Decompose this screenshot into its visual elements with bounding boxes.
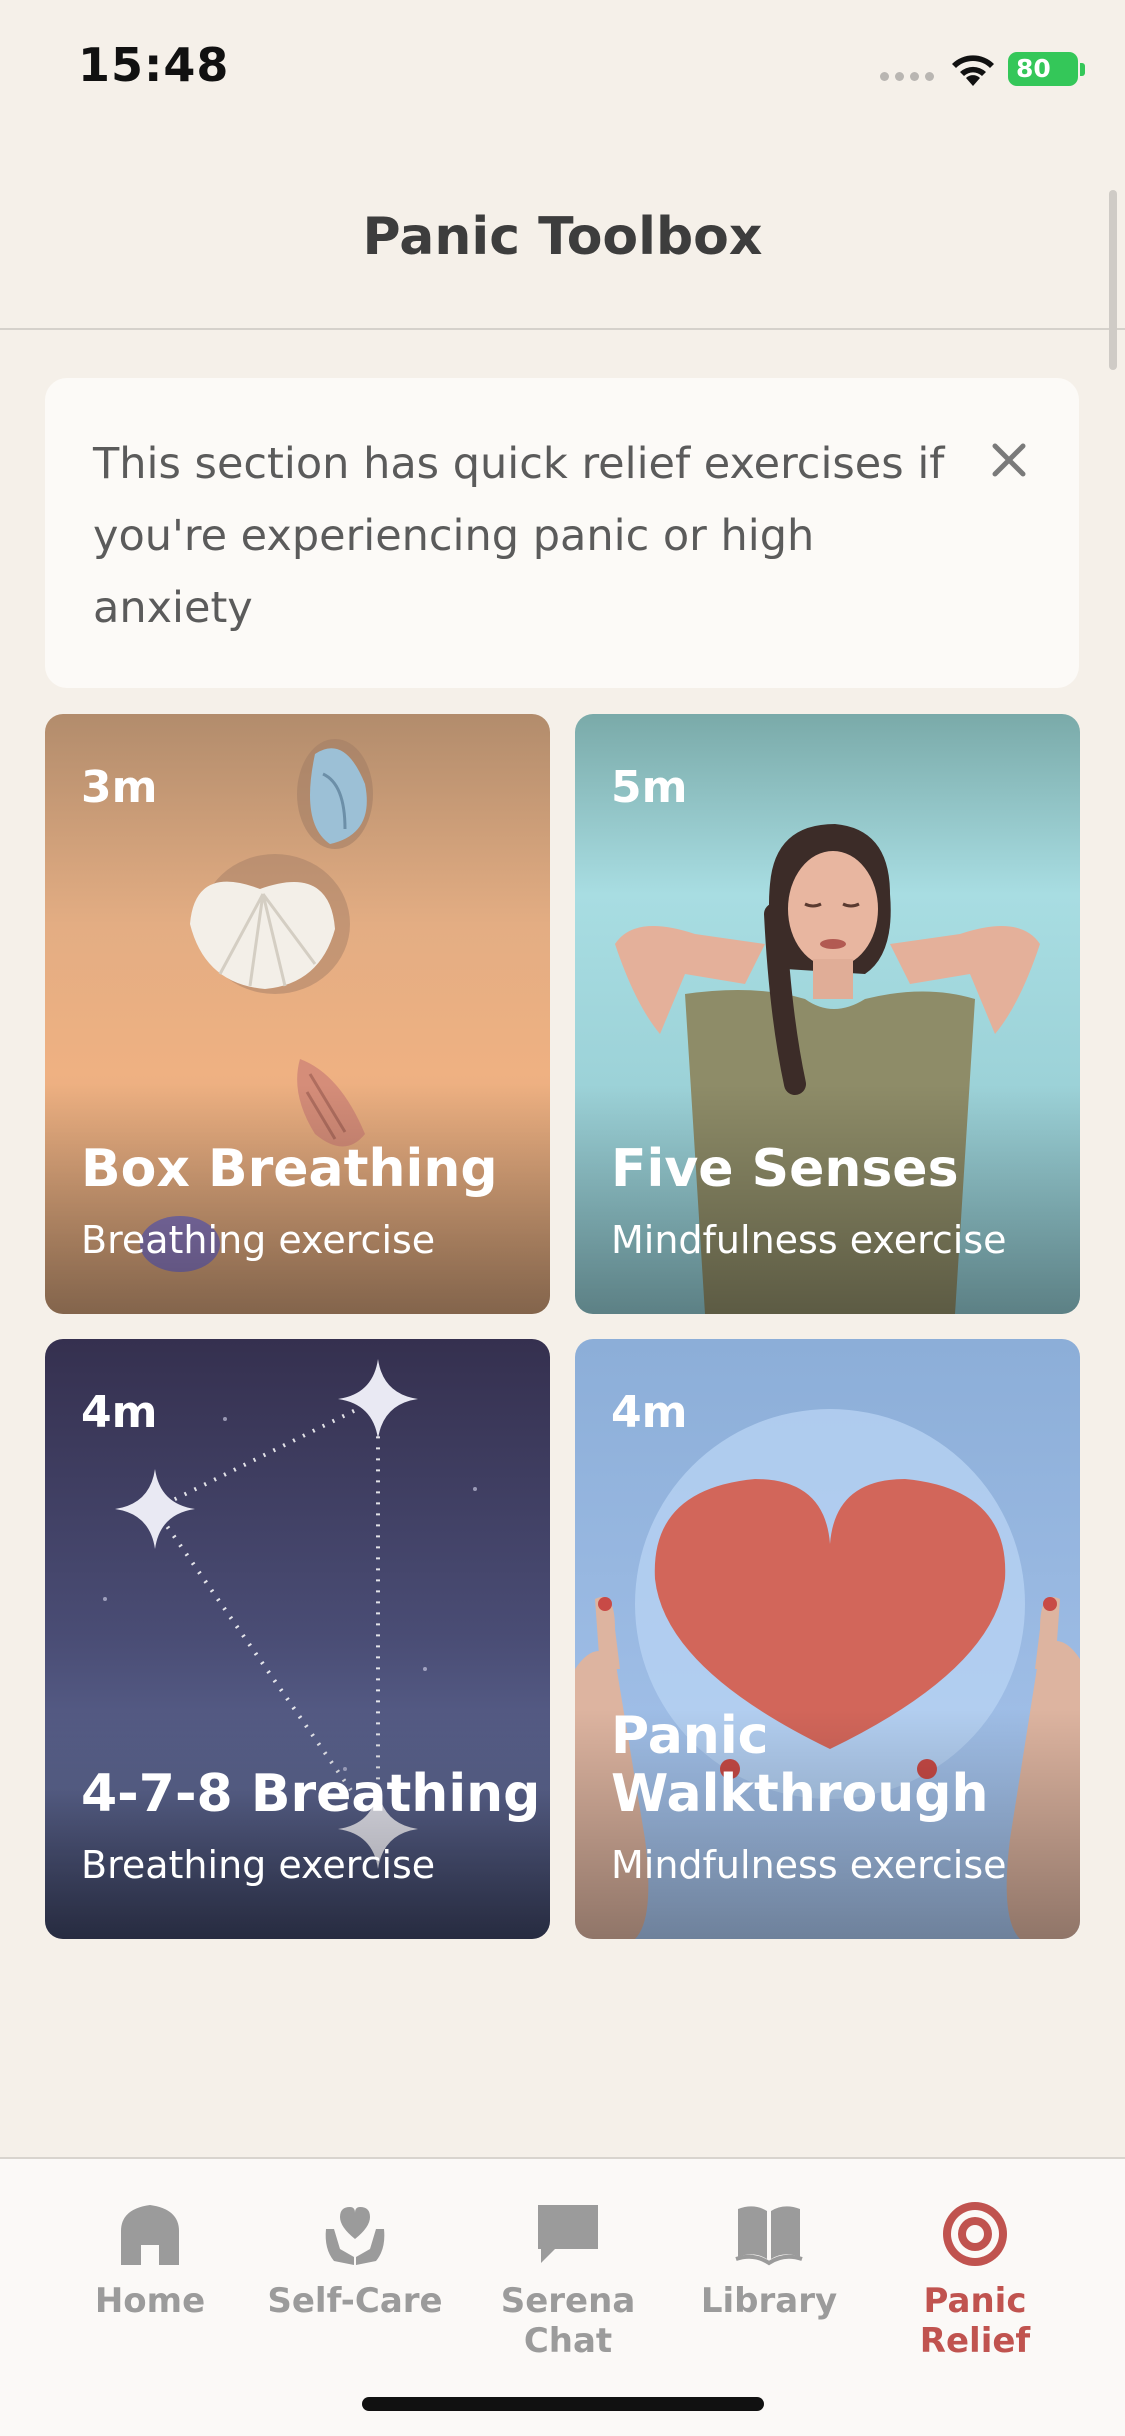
exercise-card-box-breathing[interactable]: 3m Box Breathing Breathing exercise: [45, 714, 550, 1314]
battery-level: 80: [1016, 54, 1051, 83]
card-subtitle: Mindfulness exercise: [611, 1218, 1007, 1262]
status-time: 15:48: [78, 38, 230, 92]
exercise-card-478-breathing[interactable]: 4m 4-7-8 Breathing Breathing exercise: [45, 1339, 550, 1939]
battery-cap: [1080, 63, 1085, 76]
card-title: Five Senses: [611, 1139, 959, 1199]
card-shade: [575, 1084, 1080, 1314]
tab-label: Self-Care: [267, 2281, 443, 2321]
tab-label: Library: [700, 2281, 838, 2321]
card-duration: 4m: [81, 1387, 158, 1438]
heart-hands-icon: [325, 2207, 385, 2265]
card-title: Panic Walkthrough: [611, 1706, 989, 1824]
battery-icon: 80: [1008, 52, 1078, 86]
tab-library[interactable]: Library: [664, 2199, 874, 2339]
card-subtitle: Breathing exercise: [81, 1843, 436, 1887]
home-icon: [121, 2205, 179, 2265]
status-bar: 15:48 80: [0, 0, 1125, 135]
book-icon: [735, 2206, 803, 2266]
tab-serena-chat[interactable]: Serena Chat: [463, 2199, 673, 2361]
tab-self-care[interactable]: Self-Care: [250, 2199, 460, 2339]
header: Panic Toolbox: [0, 135, 1125, 330]
tab-home[interactable]: Home: [45, 2199, 255, 2339]
page-title: Panic Toolbox: [362, 207, 763, 267]
tab-panic-relief[interactable]: Panic Relief: [870, 2199, 1080, 2361]
close-icon[interactable]: [989, 440, 1029, 480]
card-duration: 3m: [81, 762, 158, 813]
card-subtitle: Breathing exercise: [81, 1218, 436, 1262]
home-indicator[interactable]: [362, 2397, 764, 2411]
scrollbar[interactable]: [1109, 190, 1117, 370]
chat-bubble-icon: [538, 2205, 598, 2263]
wifi-icon: [952, 55, 994, 86]
card-shade: [45, 1084, 550, 1314]
tab-label: Panic Relief: [919, 2281, 1031, 2361]
info-banner: This section has quick relief exercises …: [45, 378, 1079, 688]
card-duration: 5m: [611, 762, 688, 813]
tab-bar: Home Self-Care Serena Chat Library Panic…: [0, 2157, 1125, 2436]
card-duration: 4m: [611, 1387, 688, 1438]
info-text: This section has quick relief exercises …: [93, 439, 945, 633]
tab-label: Serena Chat: [500, 2281, 636, 2361]
card-title: Box Breathing: [81, 1139, 498, 1199]
target-icon: [943, 2202, 1007, 2266]
card-title: 4-7-8 Breathing: [81, 1764, 541, 1824]
exercise-card-panic-walkthrough[interactable]: 4m Panic Walkthrough Mindfulness exercis…: [575, 1339, 1080, 1939]
exercise-card-five-senses[interactable]: 5m Five Senses Mindfulness exercise: [575, 714, 1080, 1314]
tab-label: Home: [94, 2281, 206, 2321]
cellular-signal-icon: [880, 72, 934, 81]
card-subtitle: Mindfulness exercise: [611, 1843, 1007, 1887]
card-shade: [45, 1709, 550, 1939]
